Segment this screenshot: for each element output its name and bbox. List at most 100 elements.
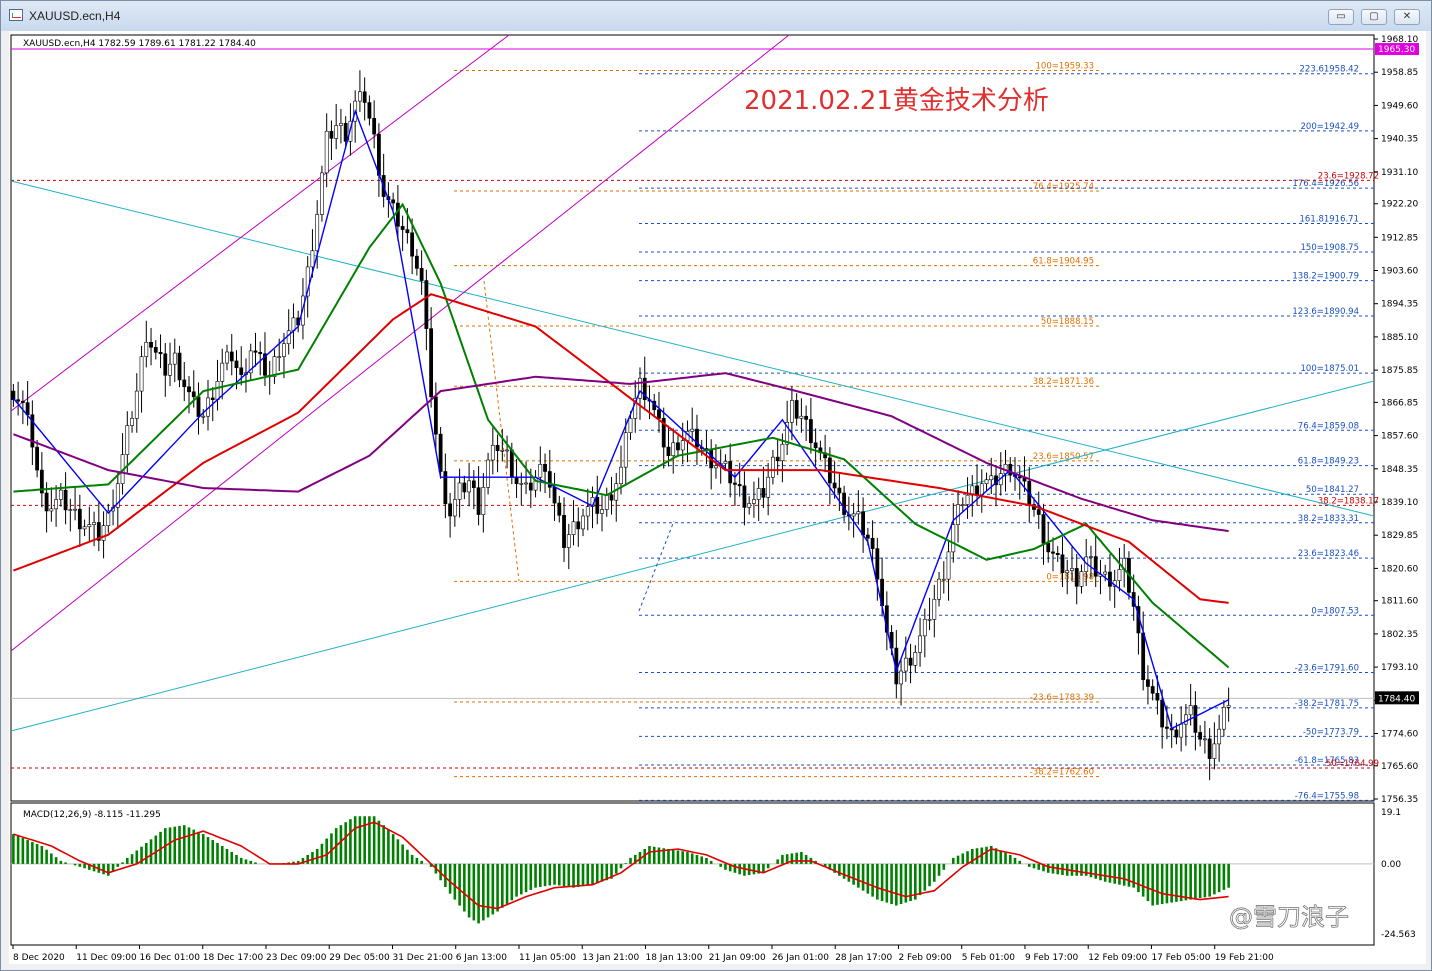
candle-body [282, 343, 286, 357]
candle-body [438, 433, 443, 472]
candle-body [134, 390, 139, 419]
candle-body [585, 506, 590, 517]
candle-body [628, 418, 633, 434]
chart-annotation: 2021.02.21黄金技术分析 [744, 86, 1049, 116]
window-titlebar[interactable]: XAUUSD.ecn,H4 ▭ ▢ ✕ [1, 1, 1431, 31]
price-tick-label: 1875.85 [1381, 366, 1418, 376]
candle-body [742, 485, 747, 508]
candle-body [1046, 542, 1051, 553]
candle-body [609, 494, 614, 501]
candle-body [419, 268, 424, 281]
candle-body [903, 657, 908, 672]
candle-body [761, 488, 766, 498]
candle-body [25, 402, 30, 416]
price-tick-label: 1793.10 [1381, 663, 1418, 673]
candle-body [1041, 514, 1046, 544]
candle-body [320, 172, 324, 215]
candle-body [557, 502, 562, 516]
candle-body [172, 352, 177, 365]
time-tick-label: 29 Dec 05:00 [329, 953, 390, 963]
candle-body [875, 548, 880, 580]
candle-body [979, 483, 984, 496]
candle-body [941, 578, 946, 581]
candle-body [600, 509, 604, 514]
candle-body [82, 526, 87, 530]
candle-body [984, 479, 989, 484]
fib-blue-label: 150=1908.75 [1301, 243, 1360, 253]
chart-area[interactable]: 1968.10 1958.85 1949.60 1940.35 1931.10 1922.… [9, 31, 1426, 964]
candle-body [471, 480, 476, 488]
candle-body [937, 578, 941, 600]
candle-body [291, 317, 296, 332]
close-button[interactable]: ✕ [1394, 9, 1420, 25]
candle-body [153, 347, 158, 353]
time-tick-label: 19 Feb 21:00 [1215, 953, 1274, 963]
price-tick-label: 1940.35 [1381, 135, 1418, 145]
minimize-button[interactable]: ▭ [1328, 9, 1354, 25]
candle-body [851, 513, 856, 517]
time-tick-label: 2 Feb 09:00 [898, 953, 952, 963]
current-price-label: 1784.40 [1378, 694, 1415, 704]
candle-body [481, 486, 486, 515]
candle-body [842, 492, 847, 515]
candle-body [490, 444, 495, 461]
time-tick-label: 26 Jan 01:00 [772, 953, 829, 963]
price-tick-label: 1820.60 [1381, 564, 1418, 574]
candle-body [20, 400, 25, 403]
candle-body [448, 503, 453, 517]
time-tick-label: 11 Dec 09:00 [76, 953, 137, 963]
candle-body [58, 489, 63, 500]
candle-body [1117, 569, 1122, 581]
candle-body [16, 399, 21, 402]
candle-body [433, 396, 438, 435]
candle-body [1226, 705, 1231, 708]
candle-body [595, 497, 600, 514]
price-tick-label: 1931.10 [1381, 168, 1418, 178]
macd-axis-label: -24.563 [1381, 930, 1416, 940]
candle-body [1155, 692, 1160, 701]
candle-body [229, 351, 234, 362]
fib-blue-label: -76.4=1755.98 [1295, 791, 1359, 801]
candle-body [310, 250, 315, 268]
candle-body [519, 483, 524, 485]
candle-body [486, 459, 490, 488]
candle-body [35, 446, 40, 471]
price-chart-svg[interactable]: 1968.101958.851949.601940.351931.101922.… [9, 31, 1426, 964]
time-tick-label: 11 Jan 05:00 [519, 953, 576, 963]
candle-body [756, 488, 761, 500]
fib-blue-label: 138.2=1900.79 [1292, 272, 1359, 282]
candle-body [666, 446, 671, 456]
candle-body [1160, 699, 1165, 728]
candle-body [391, 199, 396, 204]
price-tick-label: 1802.35 [1381, 630, 1418, 640]
candle-body [1055, 553, 1060, 556]
fib-red-label: 23.6=1928.72 [1318, 171, 1379, 181]
candle-body [424, 280, 429, 329]
candle-body [395, 202, 400, 227]
candle-body [752, 499, 756, 504]
candle-body [946, 551, 951, 580]
fib-blue-label: -38.2=1781.75 [1295, 699, 1359, 709]
candle-body [581, 515, 585, 530]
candle-body [410, 232, 415, 257]
candle-body [780, 443, 785, 462]
maximize-button[interactable]: ▢ [1361, 9, 1387, 25]
candle-body [623, 432, 628, 468]
fib-blue-label: 200=1942.49 [1301, 122, 1360, 132]
candle-body [690, 428, 695, 432]
fib-orange-label: 38.2=1871.36 [1033, 377, 1094, 387]
candle-body [918, 635, 922, 653]
candle-body [1188, 705, 1193, 716]
fib-blue-label: -50=1773.79 [1303, 727, 1359, 737]
macd-axis-label: 0.00 [1381, 860, 1401, 870]
candle-body [443, 471, 448, 505]
candle-body [400, 226, 405, 230]
window-title: XAUUSD.ecn,H4 [29, 9, 121, 23]
candle-body [524, 482, 528, 485]
candle-body [676, 442, 680, 451]
candle-body [538, 464, 543, 478]
candle-body [49, 508, 54, 512]
candle-body [657, 409, 661, 419]
candle-body [1141, 632, 1146, 680]
candle-body [1070, 568, 1074, 571]
